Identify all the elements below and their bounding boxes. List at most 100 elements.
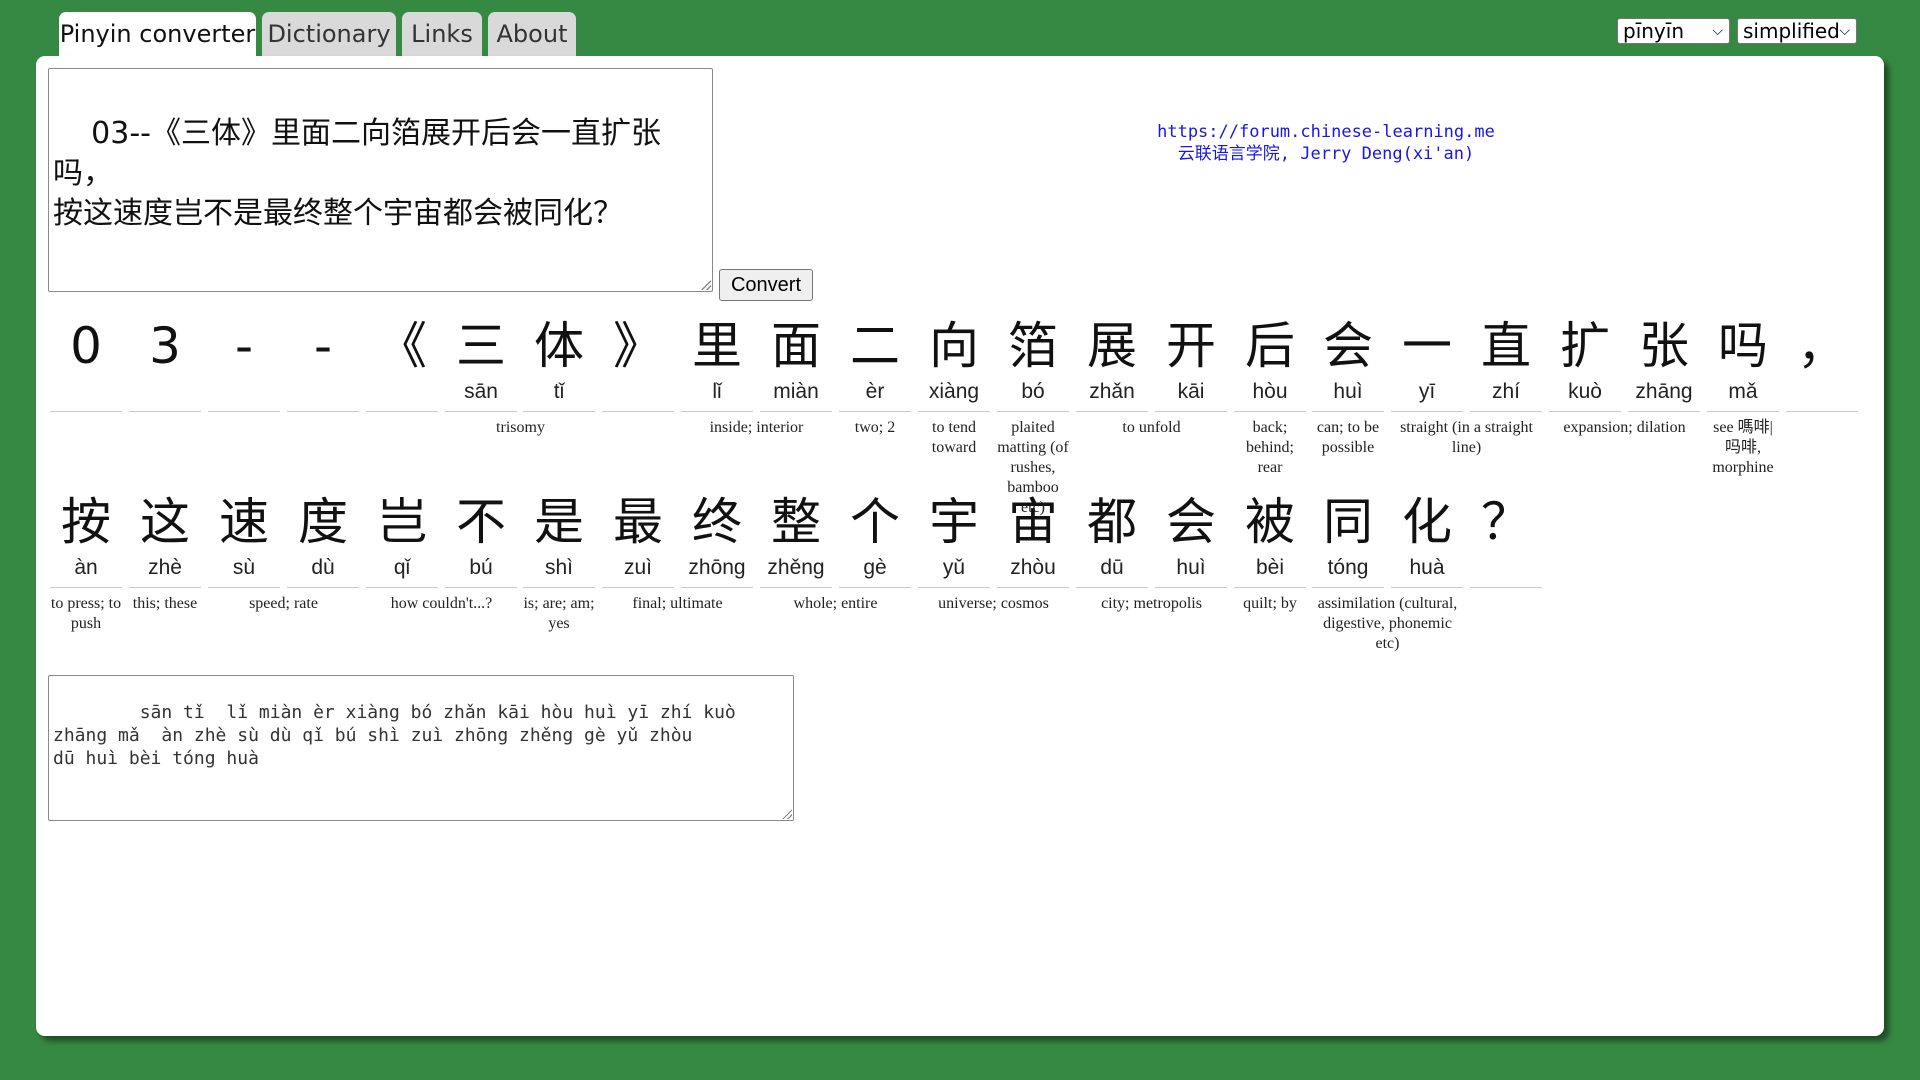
pinyin: zhǎn bbox=[1089, 380, 1135, 403]
cell-underline bbox=[1707, 411, 1779, 412]
hanzi: 二 bbox=[850, 317, 900, 375]
cell-underline bbox=[1312, 587, 1384, 588]
gloss-definition: city; metropolis bbox=[1101, 595, 1202, 612]
pinyin bbox=[1470, 556, 1542, 580]
resize-grip-icon[interactable] bbox=[782, 809, 792, 819]
hanzi: 体 bbox=[534, 317, 584, 375]
cell-underline bbox=[1155, 411, 1227, 412]
hanzi: 箔 bbox=[1008, 317, 1058, 375]
pinyin: huì bbox=[1333, 380, 1363, 403]
pinyin: zhí bbox=[1491, 380, 1520, 403]
convert-button[interactable]: Convert bbox=[719, 269, 813, 301]
cell-underline bbox=[1391, 411, 1463, 412]
hanzi: 同 bbox=[1323, 493, 1373, 551]
cell-underline bbox=[681, 411, 753, 412]
cell-underline bbox=[287, 411, 359, 412]
hanzi: ？ bbox=[1481, 493, 1531, 551]
pinyin: dū bbox=[1100, 556, 1124, 579]
hanzi: 都 bbox=[1087, 493, 1137, 551]
gloss-definition: to press; to push bbox=[50, 595, 122, 632]
gloss-definition: assimilation (cultural, digestive, phone… bbox=[1317, 595, 1458, 652]
credit-block: https://forum.chinese-learning.me 云联语言学院… bbox=[1036, 121, 1616, 165]
pinyin: zhè bbox=[148, 556, 182, 579]
hanzi: 《 bbox=[377, 317, 427, 375]
gloss-definition: is; are; am; yes bbox=[523, 595, 595, 632]
tone-mode-select[interactable]: pīnyīn ⌵ bbox=[1617, 18, 1730, 44]
hanzi: 吗 bbox=[1718, 317, 1768, 375]
pinyin bbox=[50, 380, 122, 404]
cell-underline bbox=[602, 587, 674, 588]
cell-underline bbox=[287, 587, 359, 588]
hanzi: 按 bbox=[61, 493, 111, 551]
hanzi: 被 bbox=[1245, 493, 1295, 551]
pinyin bbox=[366, 380, 438, 404]
pinyin: gè bbox=[863, 556, 887, 579]
gloss-definition: straight (in a straight line) bbox=[1400, 419, 1533, 456]
cell-underline bbox=[1312, 411, 1384, 412]
pinyin bbox=[1786, 380, 1858, 404]
hanzi: 展 bbox=[1087, 317, 1137, 375]
gloss-definition: how couldn't...? bbox=[390, 595, 493, 612]
pinyin: tóng bbox=[1327, 556, 1369, 579]
pinyin: kāi bbox=[1177, 380, 1205, 403]
gloss-definition: can; to be possible bbox=[1316, 419, 1380, 456]
hanzi: 度 bbox=[298, 493, 348, 551]
pinyin: miàn bbox=[773, 380, 819, 403]
hanzi: 宇 bbox=[929, 493, 979, 551]
cell-underline bbox=[445, 587, 517, 588]
hanzi: ， bbox=[1797, 317, 1847, 375]
forum-link[interactable]: https://forum.chinese-learning.me bbox=[1036, 121, 1616, 143]
resize-grip-icon[interactable] bbox=[701, 280, 711, 290]
chevron-down-icon: ⌵ bbox=[1839, 23, 1850, 39]
pinyin bbox=[602, 380, 674, 404]
pinyin: zhòu bbox=[1010, 556, 1056, 579]
cell-underline bbox=[839, 587, 911, 588]
hanzi: 开 bbox=[1166, 317, 1216, 375]
gloss-definition: universe; cosmos bbox=[938, 595, 1049, 612]
pinyin: lǐ bbox=[712, 380, 722, 403]
cell-underline bbox=[1549, 411, 1621, 412]
cell-underline bbox=[1786, 411, 1858, 412]
tab-pinyin-converter[interactable]: Pinyin converter bbox=[59, 12, 256, 58]
gloss-definition: inside; interior bbox=[709, 419, 804, 436]
hanzi: 向 bbox=[929, 317, 979, 375]
hanzi: 张 bbox=[1639, 317, 1689, 375]
main-panel: 03--《三体》里面二向箔展开后会一直扩张吗， 按这速度岂不是最终整个宇宙都会被… bbox=[36, 56, 1884, 1036]
hanzi: 这 bbox=[140, 493, 190, 551]
pinyin: kuò bbox=[1568, 380, 1602, 403]
cell-underline bbox=[760, 587, 832, 588]
gloss-definition: back; behind; rear bbox=[1246, 419, 1294, 476]
gloss-definition: speed; rate bbox=[249, 595, 318, 612]
hanzi: 一 bbox=[1402, 317, 1452, 375]
hanzi: 后 bbox=[1245, 317, 1295, 375]
pinyin: xiàng bbox=[928, 380, 980, 403]
cell-underline bbox=[50, 587, 122, 588]
tab-links[interactable]: Links bbox=[402, 12, 482, 56]
cell-underline bbox=[1628, 411, 1700, 412]
cell-underline bbox=[1076, 587, 1148, 588]
gloss-definition: this; these bbox=[132, 595, 198, 612]
tab-about[interactable]: About bbox=[488, 12, 576, 56]
cell-underline bbox=[208, 587, 280, 588]
hanzi: 三 bbox=[456, 317, 506, 375]
pinyin bbox=[208, 380, 280, 404]
tab-dictionary[interactable]: Dictionary bbox=[262, 12, 396, 56]
hanzi: - bbox=[313, 317, 333, 375]
gloss-definition: quilt; by bbox=[1243, 595, 1297, 612]
hanzi: 终 bbox=[692, 493, 742, 551]
cell-underline bbox=[129, 587, 201, 588]
pinyin: bó bbox=[1021, 380, 1045, 403]
cell-underline bbox=[208, 411, 280, 412]
gloss-definition: expansion; dilation bbox=[1563, 419, 1686, 436]
cell-underline bbox=[1155, 587, 1227, 588]
cell-underline bbox=[997, 411, 1069, 412]
pinyin-output-textarea[interactable]: sān tǐ lǐ miàn èr xiàng bó zhǎn kāi hòu … bbox=[48, 675, 794, 821]
cell-underline bbox=[918, 411, 990, 412]
pinyin: zuì bbox=[623, 556, 652, 579]
script-select[interactable]: simplified ⌵ bbox=[1737, 18, 1857, 44]
pinyin: hòu bbox=[1252, 380, 1288, 403]
chinese-input-textarea[interactable]: 03--《三体》里面二向箔展开后会一直扩张吗， 按这速度岂不是最终整个宇宙都会被… bbox=[48, 68, 713, 292]
gloss-definition: to unfold bbox=[1122, 419, 1181, 436]
cell-underline bbox=[1234, 587, 1306, 588]
cell-underline bbox=[366, 587, 438, 588]
